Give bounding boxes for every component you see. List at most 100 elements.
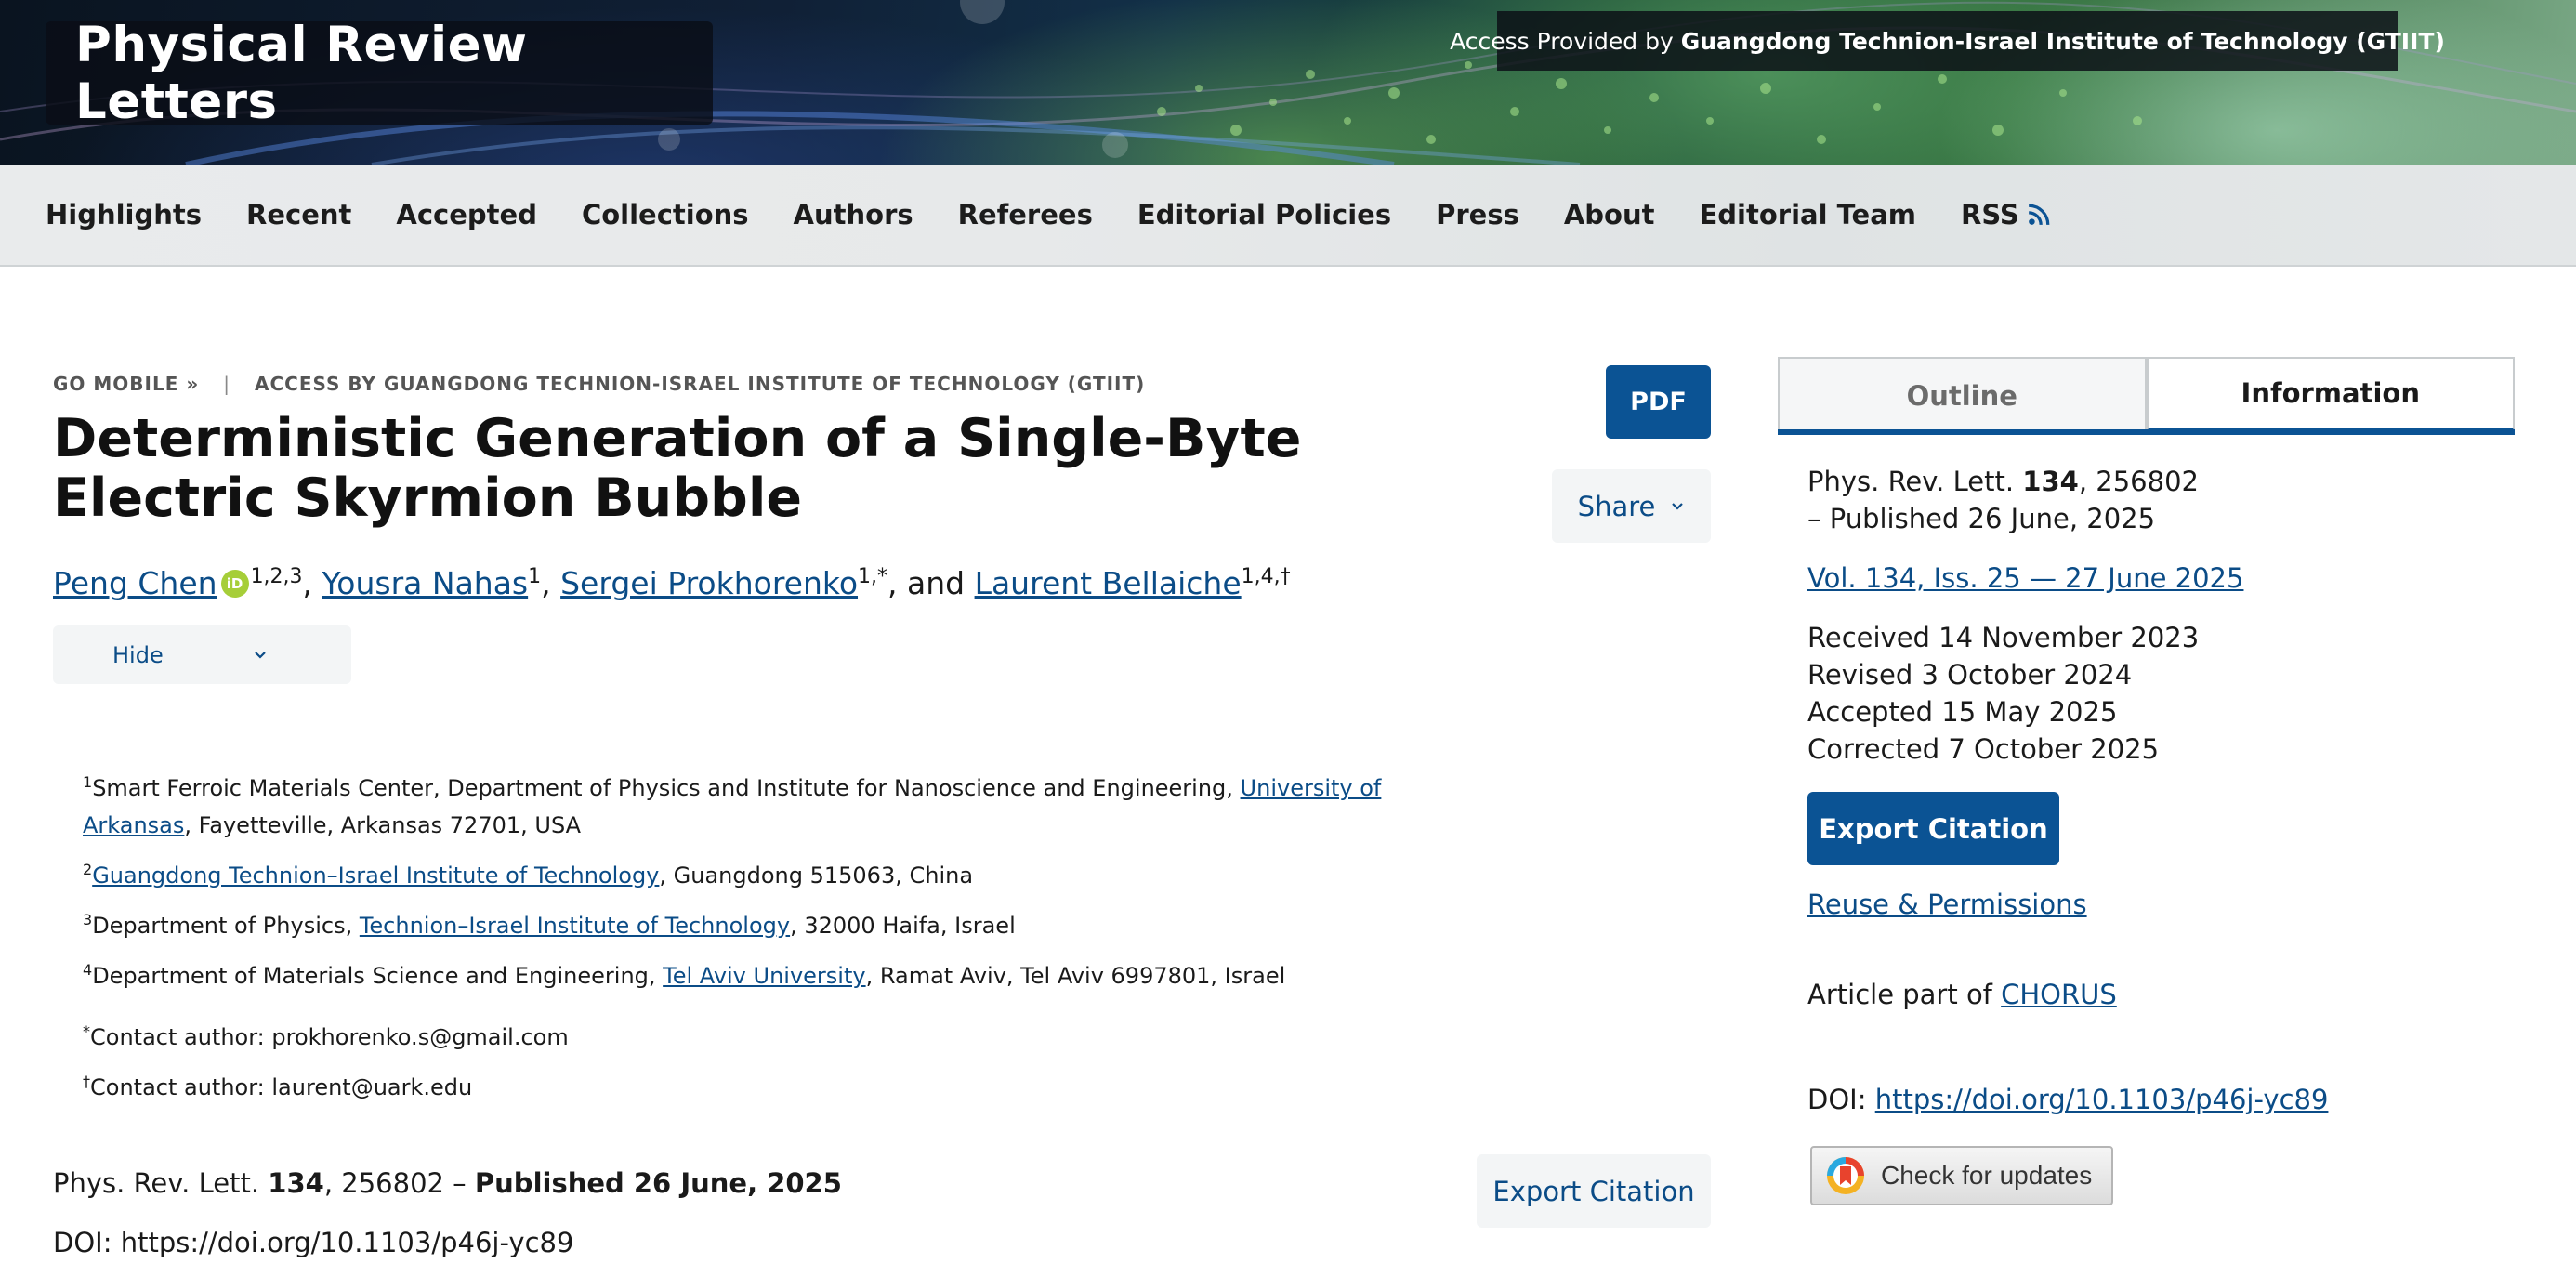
info-accepted: Accepted 15 May 2025 (1807, 696, 2118, 728)
pdf-button[interactable]: PDF (1606, 365, 1711, 439)
affiliation-text: , Guangdong 515063, China (659, 862, 974, 889)
tab-information[interactable]: Information (2146, 357, 2515, 435)
info-corrected: Corrected 7 October 2025 (1807, 733, 2160, 765)
contact-sup: † (83, 1073, 90, 1090)
info-published: – Published 26 June, 2025 (1807, 503, 2156, 534)
hide-affiliations-button[interactable]: Hide (53, 625, 351, 684)
author-affiliation-sup: 1,2,3 (250, 565, 303, 588)
info-journal: Phys. Rev. Lett. (1807, 466, 2023, 497)
nav-rss-label: RSS (1961, 199, 2019, 230)
author-link[interactable]: Sergei Prokhorenko (560, 565, 858, 601)
nav-editorial-policies[interactable]: Editorial Policies (1137, 199, 1391, 230)
affiliation-text: , Ramat Aviv, Tel Aviv 6997801, Israel (865, 963, 1286, 989)
doi-prefix: DOI: (1807, 1084, 1875, 1115)
sidebar-tabs: Outline Information (1778, 357, 2515, 435)
access-institution: Guangdong Technion-Israel Institute of T… (1680, 27, 2445, 55)
info-received: Received 14 November 2023 (1807, 622, 2200, 653)
contact-item: †Contact author: laurent@uark.edu (83, 1060, 569, 1110)
check-updates-label: Check for updates (1881, 1161, 2093, 1190)
chevron-down-icon (254, 651, 266, 659)
affiliation-list: 1Smart Ferroic Materials Center, Departm… (83, 764, 1458, 1002)
journal-title-box[interactable]: Physical Review Letters (46, 17, 713, 130)
author-link[interactable]: Peng Chen (53, 565, 217, 601)
header-banner: Physical Review Letters Access Provided … (0, 0, 2576, 165)
affiliation-link[interactable]: Technion–Israel Institute of Technology (360, 913, 790, 939)
affiliation-item: 1Smart Ferroic Materials Center, Departm… (83, 764, 1458, 844)
affiliation-text: , 32000 Haifa, Israel (790, 913, 1016, 939)
author-list: Peng Chen iD 1,2,3, Yousra Nahas1, Sergei … (53, 552, 1493, 609)
top-links: GO MOBILE » | ACCESS BY GUANGDONG TECHNI… (53, 371, 1145, 397)
doi-link[interactable]: https://doi.org/10.1103/p46j-yc89 (1875, 1084, 2329, 1115)
info-revised: Revised 3 October 2024 (1807, 659, 2133, 691)
rss-icon (2028, 204, 2050, 225)
author-affiliation-sup: 1 (528, 565, 542, 588)
affiliation-sup: 4 (83, 961, 93, 979)
top-links-separator: | (223, 373, 231, 395)
information-panel: Phys. Rev. Lett. 134, 256802 – Published… (1807, 463, 2514, 768)
contact-text: Contact author: prokhorenko.s@gmail.com (90, 1024, 569, 1050)
author-link[interactable]: Yousra Nahas (322, 565, 529, 601)
sidebar-doi: DOI: https://doi.org/10.1103/p46j-yc89 (1807, 1084, 2328, 1115)
author-link[interactable]: Laurent Bellaiche (975, 565, 1242, 601)
nav-recent[interactable]: Recent (246, 199, 351, 230)
hide-label: Hide (112, 641, 164, 668)
chorus-prefix: Article part of (1807, 979, 2002, 1010)
affiliation-link[interactable]: Tel Aviv University (663, 963, 865, 989)
journal-title[interactable]: Physical Review Letters (75, 17, 713, 130)
author-separator: , (541, 565, 561, 601)
access-prefix: Access Provided by (1450, 27, 1681, 55)
chevron-down-icon (1672, 502, 1684, 510)
affiliation-text: Department of Physics, (92, 913, 360, 939)
access-by-label: ACCESS BY GUANGDONG TECHNION-ISRAEL INST… (255, 373, 1146, 395)
export-citation-button[interactable]: Export Citation (1477, 1154, 1711, 1228)
contact-item: *Contact author: prokhorenko.s@gmail.com (83, 1009, 569, 1060)
affiliation-item: 4Department of Materials Science and Eng… (83, 952, 1458, 994)
nav-referees[interactable]: Referees (958, 199, 1093, 230)
info-volume: 134 (2022, 466, 2079, 497)
nav-rss[interactable]: RSS (1961, 199, 2051, 230)
citation-article-no: , 256802 – (323, 1167, 475, 1199)
issue-link[interactable]: Vol. 134, Iss. 25 — 27 June 2025 (1807, 562, 2243, 594)
affiliation-text: Smart Ferroic Materials Center, Departme… (92, 775, 1241, 801)
info-citation: Phys. Rev. Lett. 134, 256802 (1807, 463, 2514, 500)
affiliation-sup: 2 (83, 861, 93, 878)
nav-highlights[interactable]: Highlights (46, 199, 202, 230)
main-nav: Highlights Recent Accepted Collections A… (0, 165, 2576, 267)
contact-sup: * (83, 1022, 90, 1040)
author-affiliation-sup: 1,* (858, 565, 888, 588)
check-updates-icon (1827, 1157, 1864, 1194)
contact-text: Contact author: laurent@uark.edu (90, 1074, 473, 1100)
affiliation-link[interactable]: Guangdong Technion–Israel Institute of T… (92, 862, 659, 889)
share-button[interactable]: Share (1552, 469, 1711, 543)
tab-outline[interactable]: Outline (1778, 357, 2147, 435)
nav-collections[interactable]: Collections (582, 199, 749, 230)
check-for-updates-button[interactable]: Check for updates (1810, 1146, 2113, 1205)
affiliation-item: 2Guangdong Technion–Israel Institute of … (83, 851, 1458, 894)
export-citation-sidebar-button[interactable]: Export Citation (1807, 792, 2059, 865)
orcid-icon[interactable]: iD (220, 569, 249, 598)
citation-published: Published 26 June, 2025 (474, 1167, 842, 1199)
author-affiliation-sup: 1,4,† (1241, 565, 1291, 588)
nav-editorial-team[interactable]: Editorial Team (1699, 199, 1916, 230)
info-issue: Vol. 134, Iss. 25 — 27 June 2025 (1807, 560, 2514, 597)
go-mobile-link[interactable]: GO MOBILE » (53, 373, 199, 395)
reuse-permissions-link[interactable]: Reuse & Permissions (1807, 889, 2087, 920)
author-separator: , (302, 565, 322, 601)
nav-press[interactable]: Press (1436, 199, 1519, 230)
contact-list: *Contact author: prokhorenko.s@gmail.com… (83, 1009, 569, 1110)
affiliation-text: , Fayetteville, Arkansas 72701, USA (184, 812, 582, 838)
nav-about[interactable]: About (1564, 199, 1655, 230)
affiliation-sup: 1 (83, 773, 93, 791)
tab-underline (1778, 429, 2515, 435)
reuse-permissions: Reuse & Permissions (1807, 889, 2087, 920)
nav-authors[interactable]: Authors (794, 199, 913, 230)
access-provided-box: Access Provided by Guangdong Technion-Is… (1450, 11, 2445, 71)
affiliation-sup: 3 (83, 911, 93, 928)
chorus-line: Article part of CHORUS (1807, 979, 2117, 1010)
doi-line: DOI: https://doi.org/10.1103/p46j-yc89 (53, 1227, 574, 1258)
citation-volume: 134 (268, 1167, 324, 1199)
affiliation-item: 3Department of Physics, Technion–Israel … (83, 902, 1458, 944)
nav-accepted[interactable]: Accepted (396, 199, 537, 230)
info-article-no: , 256802 (2078, 466, 2199, 497)
chorus-link[interactable]: CHORUS (2001, 979, 2117, 1010)
